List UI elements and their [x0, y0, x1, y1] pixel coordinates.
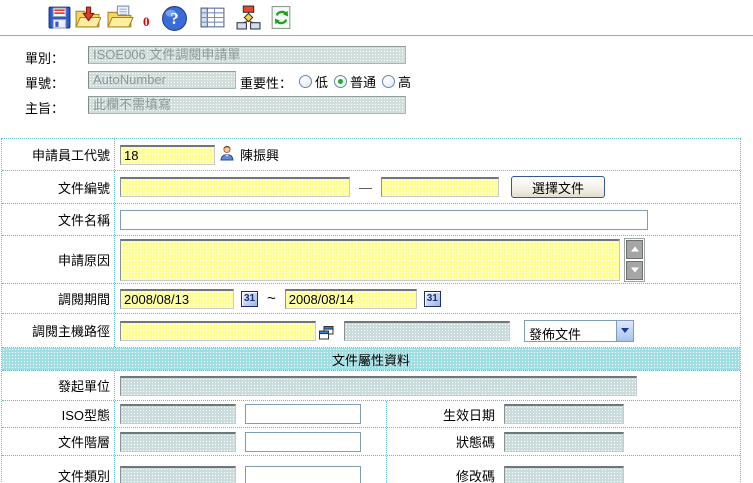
origin-unit-label: 發起單位: [2, 371, 115, 400]
attr-row: 文件階層 狀態碼: [2, 428, 740, 456]
iso-type-input[interactable]: [245, 404, 361, 424]
doc-level-field: [120, 432, 236, 452]
doc-name-input[interactable]: [120, 210, 648, 230]
doc-no-field: AutoNumber: [88, 71, 236, 89]
doc-type-row: 單別： ISOE006 文件調閱申請單: [0, 46, 753, 66]
application-window: 0 ?: [0, 0, 753, 483]
doc-level-label: 文件階層: [2, 428, 115, 455]
doc-category-dropdown[interactable]: 發佈文件: [524, 320, 634, 342]
employee-row: 申請員工代號 陳振興: [2, 139, 740, 171]
open-folder-icon[interactable]: [106, 5, 134, 32]
doc-category-value: 發佈文件: [525, 321, 616, 341]
importance-high-label: 高: [398, 72, 411, 91]
revision-code-field: [504, 466, 624, 483]
person-icon[interactable]: [219, 145, 235, 164]
host-path-input[interactable]: [120, 321, 316, 341]
calendar-icon[interactable]: 31: [424, 291, 441, 307]
host-path-row: 調閱主機路徑 發佈文件: [2, 314, 740, 348]
section-header: 文件屬性資料: [2, 348, 740, 371]
status-code-field: [504, 432, 624, 452]
origin-unit-row: 發起單位: [2, 371, 740, 401]
importance-high-radio[interactable]: [382, 75, 395, 88]
period-to-input[interactable]: [285, 289, 417, 309]
period-label: 調閱期間: [2, 284, 115, 313]
employee-code-input[interactable]: [120, 145, 215, 165]
doc-no-row: 單號： AutoNumber 重要性： 低 普通 高: [0, 71, 753, 91]
effective-date-field: [504, 404, 624, 424]
section-title: 文件屬性資料: [332, 350, 410, 369]
importance-low-radio[interactable]: [299, 75, 312, 88]
doc-name-label: 文件名稱: [2, 204, 115, 235]
reason-scrollbar: [624, 238, 645, 282]
doc-category-field: [120, 466, 236, 483]
period-from-input[interactable]: [120, 289, 234, 309]
reason-row: 申請原因: [2, 236, 740, 284]
request-form-table: 申請員工代號 陳振興 文件編號 —: [1, 138, 741, 483]
period-tilde: ~: [267, 290, 276, 307]
host-path-label: 調閱主機路徑: [2, 314, 115, 347]
svg-text:?: ?: [170, 9, 178, 28]
flowchart-icon[interactable]: [234, 5, 262, 32]
subject-label: 主旨：: [25, 98, 64, 117]
doc-type-field: ISOE006 文件調閱申請單: [88, 46, 406, 64]
toolbar: 0 ?: [0, 0, 753, 36]
data-grid-icon[interactable]: [198, 5, 226, 32]
scroll-up-icon[interactable]: [626, 240, 643, 259]
importance-normal-radio[interactable]: [334, 75, 347, 88]
choose-document-button[interactable]: 選擇文件: [511, 176, 605, 198]
importance-low-label: 低: [315, 72, 328, 91]
effective-date-label: 生效日期: [387, 401, 499, 427]
period-row: 調閱期間 31 ~ 31: [2, 284, 740, 314]
calendar-icon[interactable]: 31: [241, 291, 258, 307]
employee-name: 陳振興: [240, 145, 279, 164]
subject-row: 主旨： 此欄不需填寫: [0, 96, 753, 116]
status-code-label: 狀態碼: [387, 428, 499, 455]
iso-type-field: [120, 404, 236, 424]
origin-unit-field: [120, 376, 637, 396]
employee-label: 申請員工代號: [2, 139, 115, 170]
save-icon[interactable]: [45, 5, 73, 32]
cascade-windows-icon[interactable]: [319, 326, 334, 343]
open-count-badge: 0: [143, 14, 150, 30]
doc-number-from-input[interactable]: [120, 177, 350, 197]
subject-field: 此欄不需填寫: [88, 96, 406, 114]
reason-label: 申請原因: [2, 236, 115, 283]
doc-name-row: 文件名稱: [2, 204, 740, 236]
importance-radio-group: 低 普通 高: [299, 72, 417, 90]
doc-no-label: 單號：: [25, 73, 64, 92]
doc-type-label: 單別：: [25, 48, 64, 67]
doc-category-label: 文件類別: [2, 456, 115, 483]
doc-number-label: 文件編號: [2, 171, 115, 203]
attr-row: ISO型態 生效日期: [2, 401, 740, 428]
revision-code-label: 修改碼: [387, 456, 499, 483]
importance-normal-label: 普通: [350, 72, 376, 91]
iso-type-label: ISO型態: [2, 401, 115, 427]
help-icon[interactable]: ?: [160, 5, 188, 32]
host-server-field: [344, 321, 510, 341]
attr-row: 文件類別 修改碼: [2, 456, 740, 483]
doc-level-input[interactable]: [245, 432, 361, 452]
doc-category-input[interactable]: [245, 466, 361, 483]
importance-label: 重要性：: [240, 73, 292, 92]
reason-textarea[interactable]: [120, 239, 620, 281]
doc-number-row: 文件編號 — 選擇文件: [2, 171, 740, 204]
import-folder-icon[interactable]: [73, 5, 101, 32]
refresh-icon[interactable]: [267, 5, 295, 32]
scroll-down-icon[interactable]: [626, 261, 643, 280]
doc-number-separator: —: [359, 180, 372, 195]
chevron-down-icon[interactable]: [616, 321, 633, 341]
doc-number-to-input[interactable]: [381, 177, 499, 197]
